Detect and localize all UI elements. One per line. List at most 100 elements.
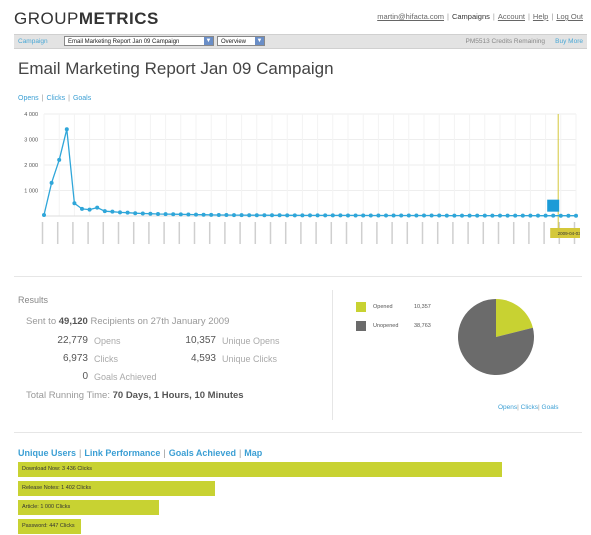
sent-prefix: Sent to [26,316,57,327]
y-tick-label: 2 000 [24,163,38,169]
divider [14,432,582,433]
campaign-label: Campaign [18,38,48,45]
data-point [414,213,419,218]
link-bar[interactable]: Password: 447 Clicks [18,519,81,534]
y-tick-label: 3 000 [24,138,38,144]
view-select[interactable]: Overview ▼ [217,36,265,46]
data-point [156,211,160,216]
divider [14,276,582,277]
running-time-prefix: Total Running Time: [26,390,110,401]
data-point [118,210,122,215]
data-point [384,213,388,218]
logo[interactable]: GROUPMETRICS [14,9,159,29]
email-link[interactable]: martin@hifacta.com [377,12,444,21]
data-point [72,201,77,206]
link-bar[interactable]: Download Now: 3 436 Clicks [18,462,502,477]
bottom-tabs: Unique Users | Link Performance | Goals Achi… [18,448,263,458]
data-point [216,212,221,217]
data-point [315,213,320,218]
data-point [178,212,183,217]
account-link[interactable]: Account [498,12,525,21]
data-point [125,210,130,215]
data-point [300,213,305,218]
credits-remaining: PM5513 Credits Remaining [465,38,545,45]
data-point [80,206,84,211]
campaign-navbar: Campaign Email Marketing Report Jan 09 C… [14,34,587,49]
campaigns-link[interactable]: Campaigns [452,12,490,21]
data-point [452,213,457,218]
data-point [536,213,540,218]
tab-goals[interactable]: Goals [73,95,91,102]
data-point [543,213,548,218]
tab-clicks[interactable]: Clicks [46,95,65,102]
sent-suffix: Recipients on 27th January 2009 [90,316,230,327]
data-point [429,213,434,218]
data-point [437,213,442,218]
highlight-label: 2009-04-03 [558,231,580,236]
goals-label: Goals Achieved [94,372,157,382]
tab-unique-users[interactable]: Unique Users [18,448,76,458]
data-point [475,213,480,218]
data-point [270,213,274,218]
pie-links: Opens| Clicks| Goals [498,404,559,411]
data-point [376,213,381,218]
data-point [209,212,214,217]
chevron-down-icon: ▼ [255,37,264,45]
data-point [391,213,396,218]
data-point [87,207,92,212]
campaign-select-value: Email Marketing Report Jan 09 Campaign [68,39,180,45]
legend-swatch-unopened [356,321,366,331]
data-point [422,213,426,218]
data-point [505,213,510,218]
unique-clicks-count: 4,593 [190,353,216,364]
data-point [292,213,297,218]
legend-swatch-opened [356,302,366,312]
y-tick-label: 1 000 [24,189,38,195]
data-point [338,213,343,218]
data-point [566,213,571,218]
total-running-time: Total Running Time: 70 Days, 1 Hours, 10… [26,390,244,401]
chart-tabs: Opens | Clicks | Goals [18,95,92,102]
tab-map[interactable]: Map [244,448,262,458]
data-point [551,213,556,218]
data-point [361,213,366,218]
legend-label-unopened: Unopened [373,323,399,329]
data-point [467,213,472,218]
campaign-select[interactable]: Email Marketing Report Jan 09 Campaign ▼ [64,36,214,46]
y-tick-label: 4 000 [24,112,38,118]
chevron-down-icon: ▼ [204,37,213,45]
link-bar-label: Download Now: 3 436 Clicks [22,466,93,472]
link-bar-label: Release Notes: 1 402 Clicks [22,485,92,491]
pie-link-clicks[interactable]: Clicks [521,404,538,411]
data-point [520,213,525,218]
link-bar[interactable]: Release Notes: 1 402 Clicks [18,481,215,496]
data-point [460,213,464,218]
sent-count: 49,120 [58,316,88,327]
results-title: Results [18,295,49,305]
data-point [368,213,373,218]
data-point [262,213,267,218]
pie-link-opens[interactable]: Opens [498,404,517,411]
logo-text-part2: METRICS [78,9,159,28]
unique-opens-count: 10,357 [185,335,216,346]
link-bar[interactable]: Article: 1 000 Clicks [18,500,159,515]
legend-label-opened: Opened [373,304,393,310]
data-point [163,212,168,217]
tab-link-performance[interactable]: Link Performance [84,448,160,458]
clicks-label: Clicks [94,354,118,364]
link-bar-label: Article: 1 000 Clicks [22,504,71,510]
view-select-value: Overview [221,39,247,45]
clicks-count: 6,973 [62,353,88,364]
help-link[interactable]: Help [533,12,548,21]
pie-link-goals[interactable]: Goals [542,404,559,411]
data-point [528,213,533,218]
data-point [102,209,107,214]
tab-goals-achieved[interactable]: Goals Achieved [169,448,236,458]
top-header: GROUPMETRICS martin@hifacta.com | Campaign… [0,0,591,34]
data-point [574,213,578,218]
sent-summary: Sent to 49,120 Recipients on 27th Januar… [26,316,229,327]
logout-link[interactable]: Log Out [556,12,583,21]
tab-opens[interactable]: Opens [18,95,39,102]
buy-more-link[interactable]: Buy More [555,38,583,45]
running-time-value: 70 Days, 1 Hours, 10 Minutes [112,390,244,401]
